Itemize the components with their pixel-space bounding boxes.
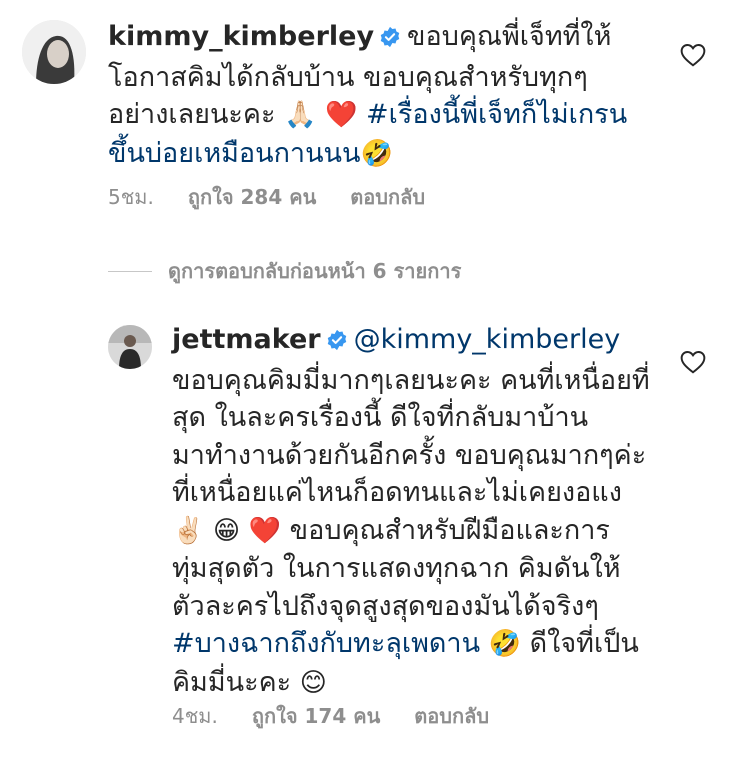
comment-text: สุด ในละครเรื่องนี้ ดีใจที่กลับมาบ้าน	[172, 402, 589, 433]
divider-line	[108, 270, 152, 272]
comment-text: อย่างเลยนะคะ	[108, 99, 276, 130]
comment-text: ทุ่มสุดตัว ในการแสดงทุกฉาก คิมดันให้	[172, 553, 621, 584]
red-heart-emoji: ❤️	[325, 100, 358, 130]
rofl-emoji: 🤣	[488, 629, 522, 659]
comment-text: ตัวละครไปถึงจุดสูงสุดของมันได้จริงๆ	[172, 590, 599, 622]
timestamp: 5ชม.	[108, 185, 154, 209]
avatar-jettmaker[interactable]	[108, 325, 152, 369]
comment-text: ขอบคุณสำหรับฝีมือและการ	[289, 514, 610, 546]
view-replies-label[interactable]: ดูการตอบกลับก่อนหน้า 6 รายการ	[168, 255, 461, 287]
comment-text: ที่เหนื่อยแค่ไหนก็อดทนและไม่เคยงอแง	[172, 477, 622, 508]
like-heart-icon[interactable]	[680, 350, 706, 378]
rofl-emoji: 🤣	[360, 138, 393, 169]
victory-hand-emoji: ✌🏻	[172, 515, 205, 546]
comment-kimmy: kimmy_kimberley ขอบคุณพี่เจ็ทที่ให้ โอกาส…	[108, 18, 628, 173]
avatar-kimmy[interactable]	[22, 20, 86, 84]
grinning-face-emoji: 😁	[212, 515, 241, 546]
comment-meta: 4ชม. ถูกใจ 174 คน ตอบกลับ	[172, 700, 489, 732]
hashtag-link[interactable]: #เรื่องนี้พี่เจ็ทก็ไม่เกรน	[366, 99, 627, 130]
folded-hands-emoji: 🙏🏻	[284, 100, 317, 130]
view-previous-replies[interactable]: ดูการตอบกลับก่อนหน้า 6 รายการ	[108, 255, 461, 287]
comment-meta: 5ชม. ถูกใจ 284 คน ตอบกลับ	[108, 181, 425, 213]
hashtag-link[interactable]: ขึ้นบ่อยเหมือนกานนน	[108, 138, 360, 169]
comment-text: ขอบคุณคิมมี่มากๆเลยนะคะ คนที่เหนื่อยที่	[172, 364, 650, 396]
mention-link[interactable]: @kimmy_kimberley	[354, 324, 621, 355]
comment-text: ขอบคุณพี่เจ็ทที่ให้	[407, 21, 612, 52]
verified-badge-icon	[379, 21, 401, 59]
username[interactable]: jettmaker	[172, 324, 321, 355]
comment-jettmaker: jettmaker @kimmy_kimberley ขอบคุณคิมมี่มา…	[172, 321, 672, 702]
like-heart-icon[interactable]	[680, 43, 706, 71]
user-photo-icon	[108, 325, 152, 369]
comment-text: โอกาสคิมได้กลับบ้าน ขอบคุณสำหรับทุกๆ	[108, 61, 588, 93]
hashtag-link[interactable]: #บางฉากถึงกับทะลุเพดาน	[172, 628, 480, 659]
comment-text: มาทำงานด้วยกันอีกครั้ง ขอบคุณมากๆค่ะ	[172, 439, 647, 471]
likes-count[interactable]: ถูกใจ 284 คน	[188, 181, 316, 213]
reply-button[interactable]: ตอบกลับ	[414, 700, 489, 732]
likes-count[interactable]: ถูกใจ 174 คน	[252, 700, 380, 732]
red-heart-emoji: ❤️	[248, 515, 282, 546]
username[interactable]: kimmy_kimberley	[108, 21, 374, 52]
smiling-face-emoji: 😊	[299, 667, 327, 698]
verified-badge-icon	[326, 324, 348, 362]
comment-text: คิมมี่นะคะ	[172, 666, 292, 698]
comment-text: ดีใจที่เป็น	[529, 628, 639, 659]
user-photo-icon	[22, 20, 86, 84]
timestamp: 4ชม.	[172, 704, 218, 728]
reply-button[interactable]: ตอบกลับ	[350, 181, 425, 213]
